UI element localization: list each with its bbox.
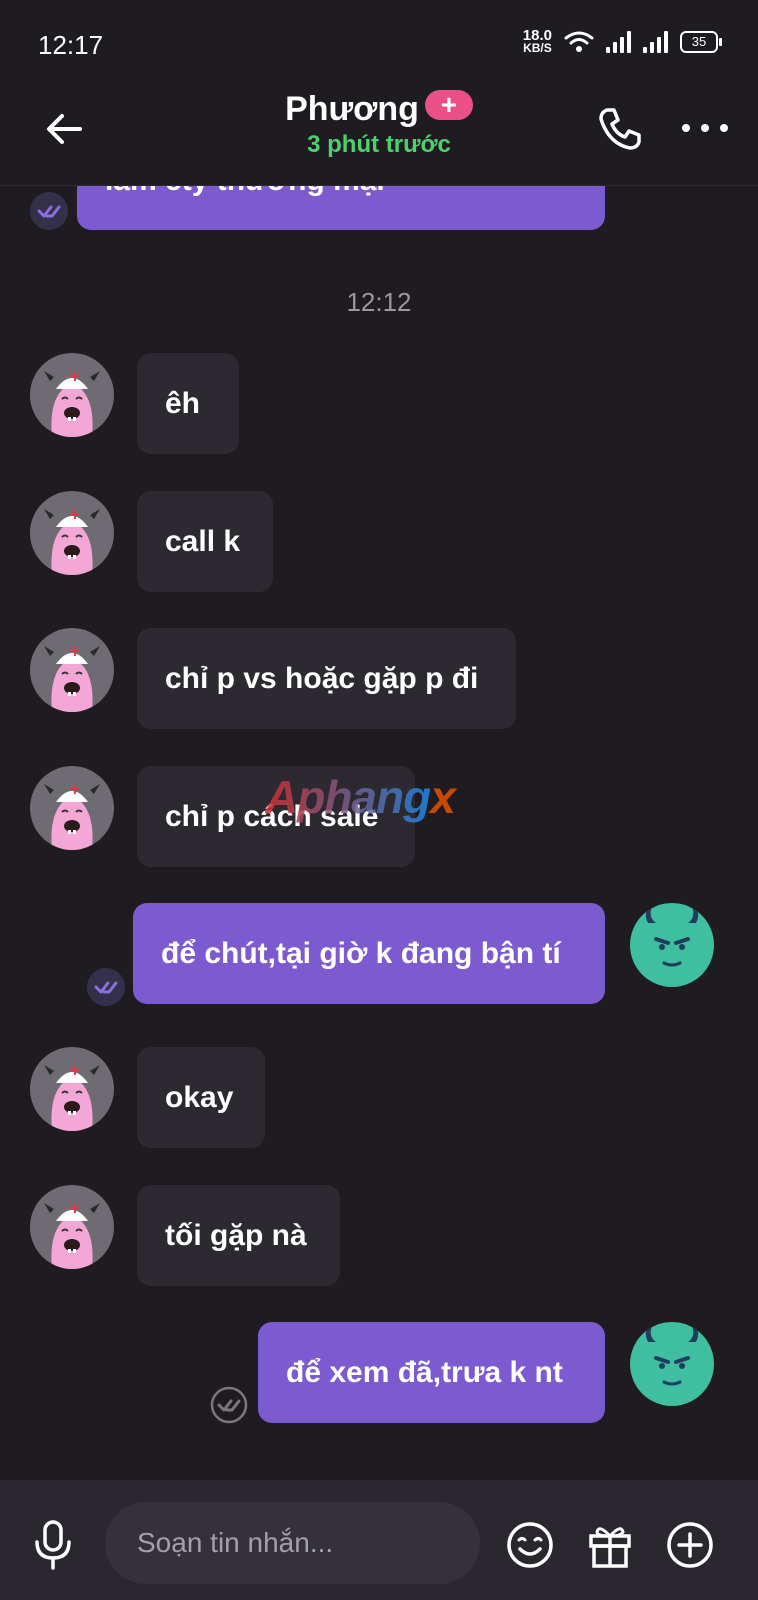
message-text: để chút,tại giờ k đang bận tí [161,936,561,970]
status-time: 12:17 [38,30,104,60]
pink-monster-avatar-icon [44,646,100,712]
pink-monster-avatar-icon [44,1065,100,1131]
pink-monster-avatar-icon [44,371,100,437]
message-text: okay [165,1080,234,1114]
teal-monster-avatar-icon [638,1326,706,1402]
phone-icon[interactable] [595,104,645,154]
plus-badge: + [424,89,473,120]
contact-avatar[interactable] [30,628,114,712]
message-timestamp: 12:12 [346,287,412,317]
contact-avatar[interactable] [30,1047,114,1131]
contact-avatar[interactable] [30,1185,114,1269]
add-icon[interactable] [665,1520,715,1570]
message-input[interactable] [105,1502,480,1584]
sent-tick-icon [210,1386,248,1424]
read-tick-icon [30,192,68,230]
read-tick-icon [87,968,125,1006]
net-speed-unit: KB/S [523,41,552,55]
battery-icon: 35 [680,31,722,53]
message-bubble-incoming[interactable]: call k [137,491,273,592]
contact-avatar[interactable] [30,353,114,437]
more-icon[interactable] [680,108,730,148]
pink-monster-avatar-icon [44,784,100,850]
message-text: call k [165,524,241,558]
my-avatar[interactable] [630,903,714,987]
signal-icon-2 [643,31,668,53]
contact-avatar[interactable] [30,491,114,575]
net-speed: 18.0 KB/S [523,28,552,55]
contact-name[interactable]: Phương [285,90,419,129]
status-icons: 18.0 KB/S 35 [523,28,722,55]
watermark-logo: Aphangx [265,771,456,823]
pink-monster-avatar-icon [44,509,100,575]
gift-icon[interactable] [585,1520,635,1570]
signal-icon-1 [606,31,631,53]
message-bubble-outgoing[interactable]: để chút,tại giờ k đang bận tí [133,903,605,1004]
message-text: để xem đã,trưa k nt [286,1355,563,1389]
wifi-icon [564,31,594,52]
message-bubble-incoming[interactable]: okay [137,1047,265,1148]
mic-icon[interactable] [30,1518,76,1572]
contact-avatar[interactable] [30,766,114,850]
message-bubble-incoming[interactable]: chỉ p vs hoặc gặp p đi [137,628,516,729]
message-bubble-incoming[interactable]: tối gặp nà [137,1185,340,1286]
my-avatar[interactable] [630,1322,714,1406]
message-bubble-outgoing[interactable]: để xem đã,trưa k nt [258,1322,605,1423]
message-text: êh [165,386,201,420]
message-bubble-incoming[interactable]: êh [137,353,239,454]
message-text: tối gặp nà [165,1218,307,1252]
teal-monster-avatar-icon [638,907,706,983]
message-text: chỉ p vs hoặc gặp p đi [165,661,479,695]
chat-header: Phương + 3 phút trước [0,89,758,186]
composer-bar [0,1480,758,1600]
status-bar: 12:17 18.0 KB/S 35 [0,0,758,90]
emoji-icon[interactable] [505,1520,555,1570]
pink-monster-avatar-icon [44,1203,100,1269]
